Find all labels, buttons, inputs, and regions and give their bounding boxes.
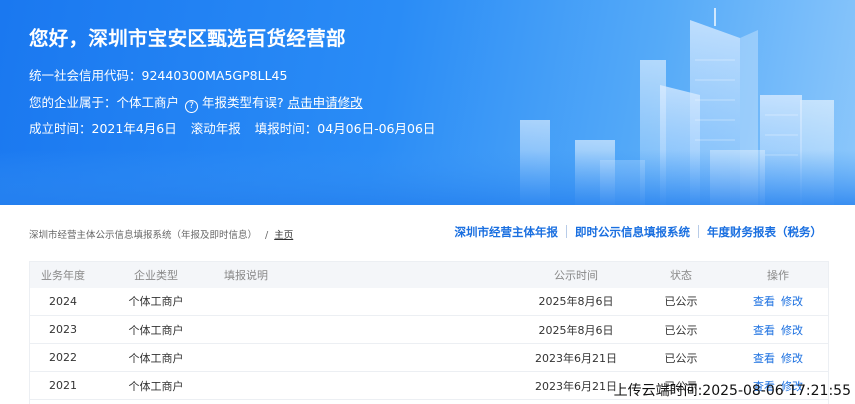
enterprise-type-value: 个体工商户 [116,95,180,110]
established-date: 2021年4月6日 [91,121,177,136]
view-button[interactable]: 查看 [753,352,775,365]
cell-year: 2021 [49,379,77,392]
breadcrumb-bar: 深圳市经营主体公示信息填报系统（年报及即时信息） / 主页 深圳市经营主体年报 即时公… [0,205,855,257]
cell-action: 查看 修改 [726,344,828,372]
edit-button[interactable]: 修改 [781,324,803,337]
header-desc: 填报说明 [216,261,516,288]
view-button[interactable]: 查看 [753,324,775,337]
company-greeting: 您好，深圳市宝安区甄选百货经营部 [29,27,346,50]
link-instant-disclosure[interactable]: 即时公示信息填报系统 [575,225,690,239]
table-row: 2024 个体工商户 2025年8月6日 已公示 查看 修改 [30,288,828,316]
rolling-report-label: 滚动年报 [190,121,241,136]
cell-desc [216,344,516,372]
cell-year: 2024 [49,294,77,308]
credit-code-line: 统一社会信用代码：92440300MA5GP8LL45 [29,65,287,84]
link-divider [698,225,699,238]
credit-code-value: 92440300MA5GP8LL45 [141,68,288,83]
cell-desc [216,372,516,400]
fill-period-label: 填报时间： [254,121,318,136]
cell-type: 个体工商户 [128,379,184,393]
edit-button[interactable]: 修改 [781,352,803,365]
cell-year: 2022 [49,351,77,364]
top-links: 深圳市经营主体年报 即时公示信息填报系统 年度财务报表（税务） [455,224,822,240]
cell-action: 查看 修改 [726,316,828,344]
header-banner: 您好，深圳市宝安区甄选百货经营部 统一社会信用代码：92440300MA5GP8… [0,0,855,205]
table-row: 2022 个体工商户 2023年6月21日 已公示 查看 修改 [30,344,828,372]
apply-modify-link[interactable]: 点击申请修改 [288,95,363,110]
enterprise-type-line: 您的企业属于：个体工商户? 年报类型有误? 点击申请修改 [29,92,363,113]
cell-year: 2023 [49,323,77,336]
cell-date: 2025年8月6日 [538,323,614,337]
cell-desc [216,316,516,344]
cell-type: 个体工商户 [128,351,184,365]
cell-action: 查看 修改 [726,288,828,316]
header-action: 操作 [726,261,828,288]
view-button[interactable]: 查看 [753,295,775,308]
header-date: 公示时间 [516,261,636,288]
table-header-row: 业务年度 企业类型 填报说明 公示时间 状态 操作 [30,261,828,288]
fill-period-value: 04月06日-06月06日 [317,121,436,136]
cell-status: 已公示 [664,351,698,365]
upload-timestamp-watermark: 上传云端时间:2025-08-06 17:21:55 [613,383,851,399]
breadcrumb-home[interactable]: 主页 [274,230,293,241]
header-type: 企业类型 [96,261,216,288]
report-type-question: 年报类型有误? [202,95,284,110]
credit-code-label: 统一社会信用代码： [29,68,142,83]
breadcrumb-separator: / [265,230,269,241]
cell-type: 个体工商户 [128,295,184,309]
question-circle-icon: ? [185,100,199,113]
link-divider [566,225,567,238]
table-row: 2023 个体工商户 2025年8月6日 已公示 查看 修改 [30,316,828,344]
cell-status: 已公示 [664,295,698,309]
cell-date: 2023年6月21日 [535,351,617,365]
breadcrumb-system[interactable]: 深圳市经营主体公示信息填报系统（年报及即时信息） [29,230,257,241]
link-financial-statement[interactable]: 年度财务报表（税务） [707,225,822,239]
header-status: 状态 [636,261,726,288]
cell-type: 个体工商户 [128,323,184,337]
cell-date: 2025年8月6日 [538,295,614,309]
enterprise-type-label: 您的企业属于： [29,95,117,110]
established-label: 成立时间： [29,121,92,136]
cell-desc [216,288,516,316]
cell-status: 已公示 [664,323,698,337]
breadcrumb: 深圳市经营主体公示信息填报系统（年报及即时信息） / 主页 [29,227,293,241]
established-line: 成立时间：2021年4月6日 滚动年报 填报时间：04月06日-06月06日 [29,118,435,137]
link-annual-report[interactable]: 深圳市经营主体年报 [455,225,559,239]
edit-button[interactable]: 修改 [781,295,803,308]
header-year: 业务年度 [30,261,96,288]
